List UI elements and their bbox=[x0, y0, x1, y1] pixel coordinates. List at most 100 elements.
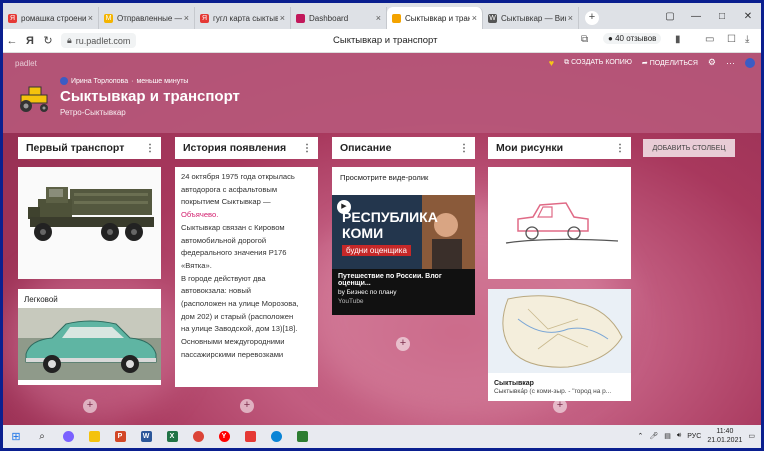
edge-icon[interactable] bbox=[265, 429, 287, 445]
app-green-icon[interactable] bbox=[291, 429, 313, 445]
browser-tab-2[interactable]: M Отправленные — Янд × bbox=[99, 7, 195, 29]
post-card-video[interactable]: Просмотрите виде-ролик ▶ РЕСПУБЛИКА КОМИ… bbox=[332, 167, 475, 315]
column-menu-icon[interactable]: ⋮ bbox=[459, 143, 469, 154]
column-header[interactable]: История появления ⋮ bbox=[175, 137, 318, 159]
video-title[interactable]: Путешествие по России. Влог оценщи... bbox=[338, 273, 469, 287]
avatar[interactable] bbox=[745, 57, 755, 68]
window-close-icon[interactable]: ✕ bbox=[735, 11, 761, 22]
post-body: 24 октября 1975 года открылась автодорог… bbox=[175, 167, 318, 366]
notifications-icon[interactable]: ▭ bbox=[748, 432, 755, 440]
close-icon[interactable]: × bbox=[472, 13, 477, 23]
volume-icon[interactable]: 🔊︎ bbox=[677, 432, 681, 440]
video-source: YouTube bbox=[338, 298, 364, 305]
column-header[interactable]: Первый транспорт ⋮ bbox=[18, 137, 161, 159]
copy-page-icon[interactable]: ⧉ bbox=[581, 34, 588, 45]
app-red-icon[interactable] bbox=[239, 429, 261, 445]
close-icon[interactable]: × bbox=[184, 13, 189, 23]
truck-image bbox=[18, 167, 161, 279]
back-icon[interactable]: ← bbox=[3, 35, 21, 47]
video-meta: Путешествие по России. Влог оценщи... by… bbox=[332, 269, 475, 315]
column-history: История появления ⋮ 24 октября 1975 года… bbox=[175, 137, 318, 407]
post-card-map[interactable]: Сыктывкар Сыктывка́р (с коми-зыр. - "гор… bbox=[488, 289, 631, 401]
updated-time: меньше минуты bbox=[136, 77, 189, 85]
gear-icon[interactable]: ⚙ bbox=[708, 57, 716, 68]
column-menu-icon[interactable]: ⋮ bbox=[615, 143, 625, 154]
window-controls: ▢ — □ ✕ bbox=[657, 3, 761, 29]
battery-icon[interactable]: ▭ bbox=[705, 34, 714, 45]
post-title: Легковой bbox=[24, 295, 58, 304]
search-icon[interactable]: ⌕ bbox=[31, 429, 53, 445]
windows-taskbar: ⊞ ⌕ P W X Y ⌃ 🎤︎ ▤ 🔊︎ РУС 11:40 21.01.20… bbox=[3, 425, 761, 448]
post-card-history[interactable]: 24 октября 1975 года открылась автодорог… bbox=[175, 167, 318, 387]
share-label: ПОДЕЛИТЬСЯ bbox=[649, 59, 698, 67]
browser-tab-4[interactable]: Dashboard × bbox=[291, 7, 387, 29]
close-icon[interactable]: × bbox=[376, 13, 381, 23]
padlet-logo[interactable]: padlet bbox=[15, 59, 37, 68]
close-icon[interactable]: × bbox=[568, 13, 573, 23]
more-icon[interactable]: ··· bbox=[726, 58, 735, 68]
video-thumbnail[interactable]: ▶ РЕСПУБЛИКА КОМИ будни оценщика bbox=[332, 195, 475, 269]
yandex-icon: Я bbox=[200, 13, 209, 23]
browser-tab-5[interactable]: Сыктывкар и трансп × bbox=[387, 7, 483, 29]
column-menu-icon[interactable]: ⋮ bbox=[145, 143, 155, 154]
minimize-icon[interactable]: — bbox=[683, 11, 709, 22]
yandex-logo-icon[interactable]: Я bbox=[21, 35, 39, 47]
tabs-icon[interactable]: ▢ bbox=[657, 11, 683, 22]
text-line: 24 октября 1975 года открылась bbox=[181, 172, 295, 181]
new-tab-button[interactable]: + bbox=[585, 11, 599, 25]
tab-label: Сыктывкар — Викип bbox=[501, 13, 566, 23]
clock[interactable]: 11:40 21.01.2021 bbox=[707, 427, 742, 445]
add-post-button[interactable]: + bbox=[396, 337, 410, 351]
column-title: Первый транспорт bbox=[26, 142, 125, 154]
heart-icon[interactable]: ♥ bbox=[549, 58, 554, 68]
wikipedia-icon: W bbox=[488, 13, 497, 23]
add-post-button[interactable]: + bbox=[553, 399, 567, 413]
browser-tab-3[interactable]: Я гугл карта сыктывкар × bbox=[195, 7, 291, 29]
close-icon[interactable]: × bbox=[280, 13, 285, 23]
url-field[interactable]: 🔒︎ ru.padlet.com bbox=[61, 33, 137, 48]
page-title: Сыктывкар и транспорт bbox=[333, 35, 438, 46]
windows-start-icon[interactable]: ⊞ bbox=[5, 429, 27, 445]
post-card-car[interactable]: Легковой bbox=[18, 289, 161, 385]
powerpoint-icon[interactable]: P bbox=[109, 429, 131, 445]
reader-icon[interactable]: ☐ bbox=[727, 34, 736, 45]
language-indicator[interactable]: РУС bbox=[687, 433, 701, 440]
copy-button[interactable]: ⧉ СОЗДАТЬ КОПИЮ bbox=[564, 59, 632, 67]
network-icon[interactable]: ▤ bbox=[664, 432, 671, 440]
reload-icon[interactable]: ↻ bbox=[39, 34, 57, 47]
link-objachevo[interactable]: Объячево. bbox=[181, 209, 312, 222]
reviews-badge[interactable]: ● 40 отзывов bbox=[603, 33, 662, 44]
text-line: автовокзала: новый bbox=[181, 286, 252, 296]
explorer-icon[interactable] bbox=[83, 429, 105, 445]
clock-time: 11:40 bbox=[716, 428, 734, 435]
video-overlay-tag: будни оценщика bbox=[342, 245, 411, 256]
column-header[interactable]: Описание ⋮ bbox=[332, 137, 475, 159]
post-card-drawing[interactable] bbox=[488, 167, 631, 279]
chrome-icon[interactable] bbox=[187, 429, 209, 445]
tractor-icon bbox=[392, 13, 401, 23]
column-menu-icon[interactable]: ⋮ bbox=[302, 143, 312, 154]
column-header[interactable]: Мои рисунки ⋮ bbox=[488, 137, 631, 159]
post-card-truck[interactable] bbox=[18, 167, 161, 279]
word-icon[interactable]: W bbox=[135, 429, 157, 445]
add-column-button[interactable]: ДОБАВИТЬ СТОЛБЕЦ bbox=[643, 139, 735, 157]
author-name: Ирина Торлопова bbox=[71, 77, 129, 85]
share-button[interactable]: ➦ ПОДЕЛИТЬСЯ bbox=[642, 59, 698, 67]
clock-date: 21.01.2021 bbox=[707, 437, 743, 444]
browser-tab-6[interactable]: W Сыктывкар — Викип × bbox=[483, 7, 579, 29]
add-post-button[interactable]: + bbox=[240, 399, 254, 413]
close-icon[interactable]: × bbox=[88, 13, 93, 23]
download-icon[interactable]: ⤓ bbox=[745, 34, 749, 45]
browser-tab-1[interactable]: Я ромашка строение — × bbox=[3, 7, 99, 29]
mic-icon[interactable]: 🎤︎ bbox=[649, 432, 658, 440]
tab-label: гугл карта сыктывкар bbox=[213, 13, 278, 23]
add-post-button[interactable]: + bbox=[83, 399, 97, 413]
alice-icon[interactable] bbox=[57, 429, 79, 445]
yandex-browser-icon[interactable]: Y bbox=[213, 429, 235, 445]
excel-icon[interactable]: X bbox=[161, 429, 183, 445]
tab-label: Dashboard bbox=[309, 13, 349, 23]
bookmark-icon[interactable]: ▮ bbox=[675, 34, 681, 45]
maximize-icon[interactable]: □ bbox=[709, 11, 735, 22]
chevron-up-icon[interactable]: ⌃ bbox=[637, 432, 643, 440]
car-drawing-image bbox=[488, 167, 631, 279]
